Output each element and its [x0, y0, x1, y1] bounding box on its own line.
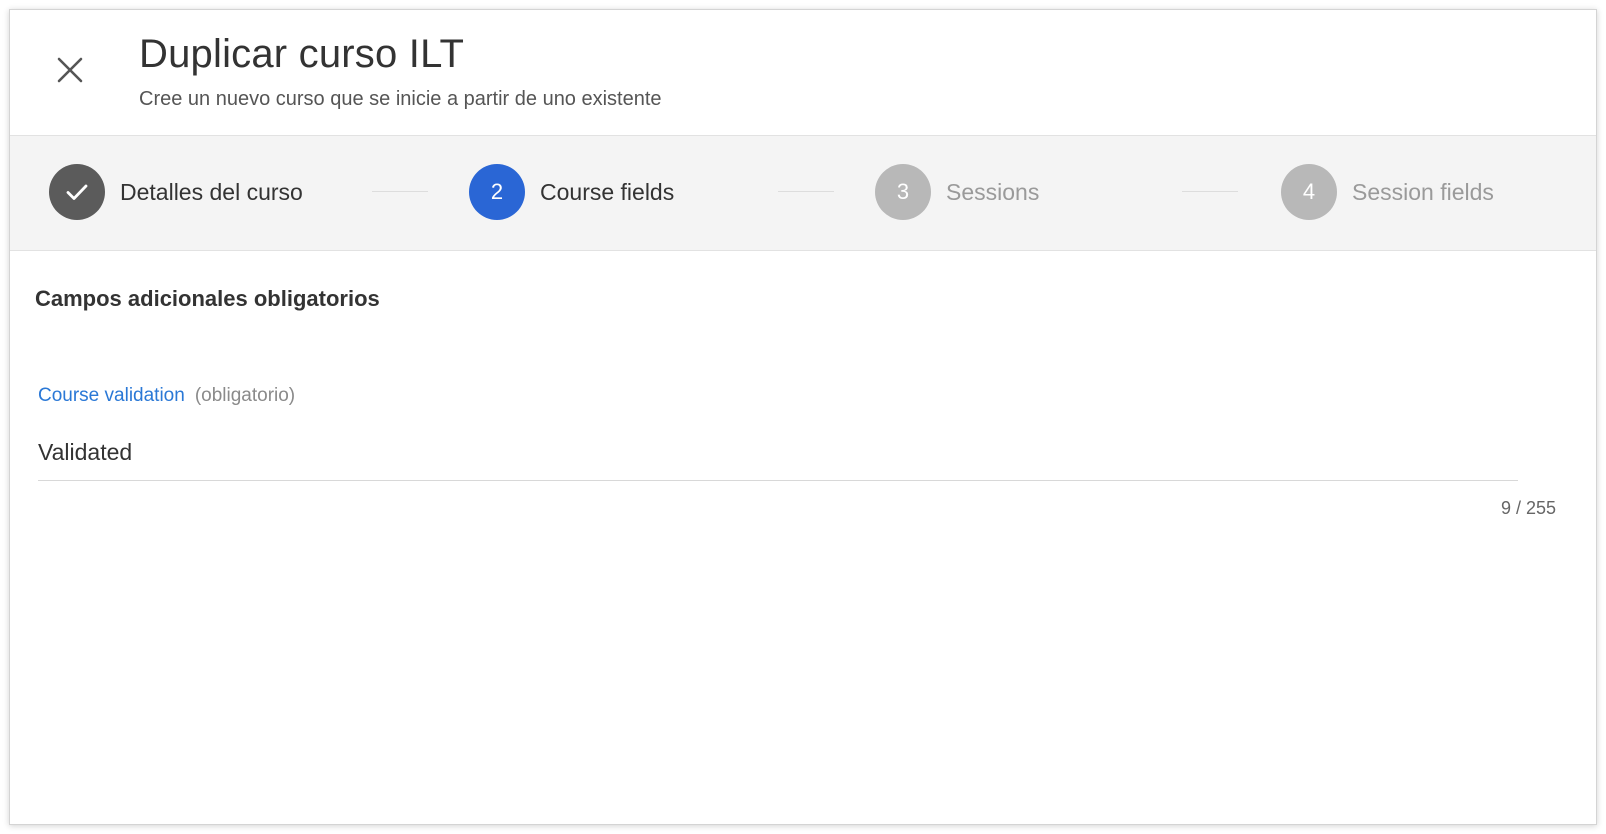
- field-label: Course validation (obligatorio): [38, 385, 295, 407]
- dialog-title: Duplicar curso ILT: [139, 32, 465, 76]
- step-course-fields[interactable]: 2 Course fields: [469, 164, 674, 220]
- check-icon: [66, 184, 88, 200]
- character-counter: 9 / 255: [1500, 498, 1556, 518]
- dialog-header: Duplicar curso ILT Cree un nuevo curso q…: [10, 10, 1596, 135]
- step-label: Detalles del curso: [120, 178, 303, 205]
- section-title: Campos adicionales obligatorios: [35, 286, 380, 311]
- step-connector: [1182, 191, 1238, 192]
- step-status-circle: [49, 164, 105, 220]
- step-number-circle: 2: [469, 164, 525, 220]
- duplicate-course-dialog: Duplicar curso ILT Cree un nuevo curso q…: [9, 9, 1597, 825]
- field-name: Course validation: [38, 385, 185, 406]
- step-session-fields[interactable]: 4 Session fields: [1281, 164, 1494, 220]
- required-note: (obligatorio): [194, 385, 296, 406]
- step-label: Sessions: [946, 178, 1040, 205]
- step-connector: [778, 191, 834, 192]
- step-label: Session fields: [1352, 178, 1494, 205]
- wizard-stepper: Detalles del curso 2 Course fields 3 Ses…: [10, 135, 1596, 251]
- step-number-circle: 3: [875, 164, 931, 220]
- dialog-subtitle: Cree un nuevo curso que se inicie a part…: [139, 88, 662, 110]
- step-label: Course fields: [540, 178, 675, 205]
- step-sessions[interactable]: 3 Sessions: [875, 164, 1039, 220]
- close-button[interactable]: [54, 54, 86, 86]
- course-validation-input[interactable]: [38, 425, 1518, 481]
- step-connector: [372, 191, 428, 192]
- step-number-circle: 4: [1281, 164, 1337, 220]
- close-icon: [57, 57, 83, 83]
- step-course-details[interactable]: Detalles del curso: [49, 164, 303, 220]
